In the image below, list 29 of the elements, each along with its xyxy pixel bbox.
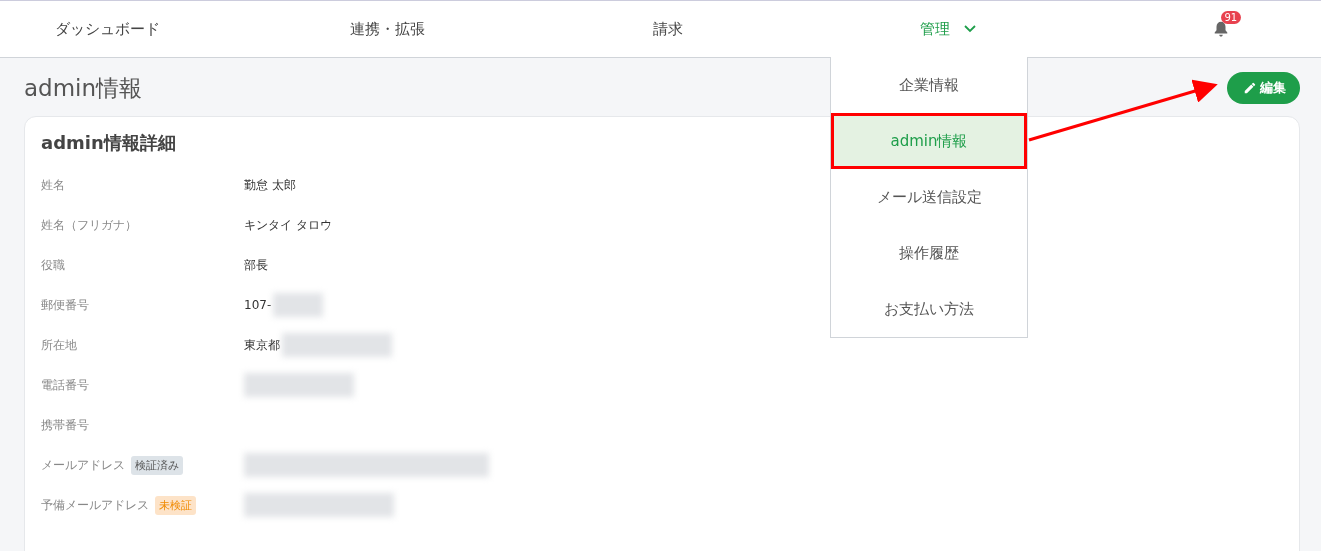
field-label: 電話番号: [41, 376, 89, 394]
status-badge: 検証済み: [131, 455, 183, 475]
nav-tab[interactable]: 連携・拡張: [215, 19, 560, 39]
field-label: メールアドレス: [41, 456, 125, 474]
status-badge: 未検証: [155, 495, 196, 515]
field-value: キンタイ タロウ: [244, 216, 332, 234]
field-value: 東京都: [244, 336, 280, 354]
menu-item[interactable]: メール送信設定: [831, 169, 1027, 225]
nav-tab[interactable]: ダッシュボード: [0, 19, 215, 39]
field-label: 携帯番号: [41, 416, 89, 434]
field-label: 姓名（フリガナ）: [41, 216, 137, 234]
chevron-down-icon: [963, 25, 976, 33]
menu-item[interactable]: 企業情報: [831, 57, 1027, 113]
field-label: 予備メールアドレス: [41, 496, 149, 514]
field-value: 部長: [244, 256, 268, 274]
nav-tab[interactable]: 請求: [560, 19, 775, 39]
field-value: 107-: [244, 298, 272, 312]
field-label: 郵便番号: [41, 296, 89, 314]
pencil-icon: [1243, 81, 1257, 95]
field-value: 勤怠 太郎: [244, 176, 296, 194]
menu-item[interactable]: お支払い方法: [831, 281, 1027, 337]
field-label: 姓名: [41, 176, 65, 194]
field-label: 所在地: [41, 336, 77, 354]
nav-tab[interactable]: 管理: [775, 19, 1120, 39]
notification-count: 91: [1220, 11, 1242, 24]
card-title: admin情報詳細: [41, 131, 176, 155]
field-label: 役職: [41, 256, 65, 274]
page-title: admin情報: [24, 73, 143, 103]
menu-item[interactable]: 操作履歴: [831, 225, 1027, 281]
